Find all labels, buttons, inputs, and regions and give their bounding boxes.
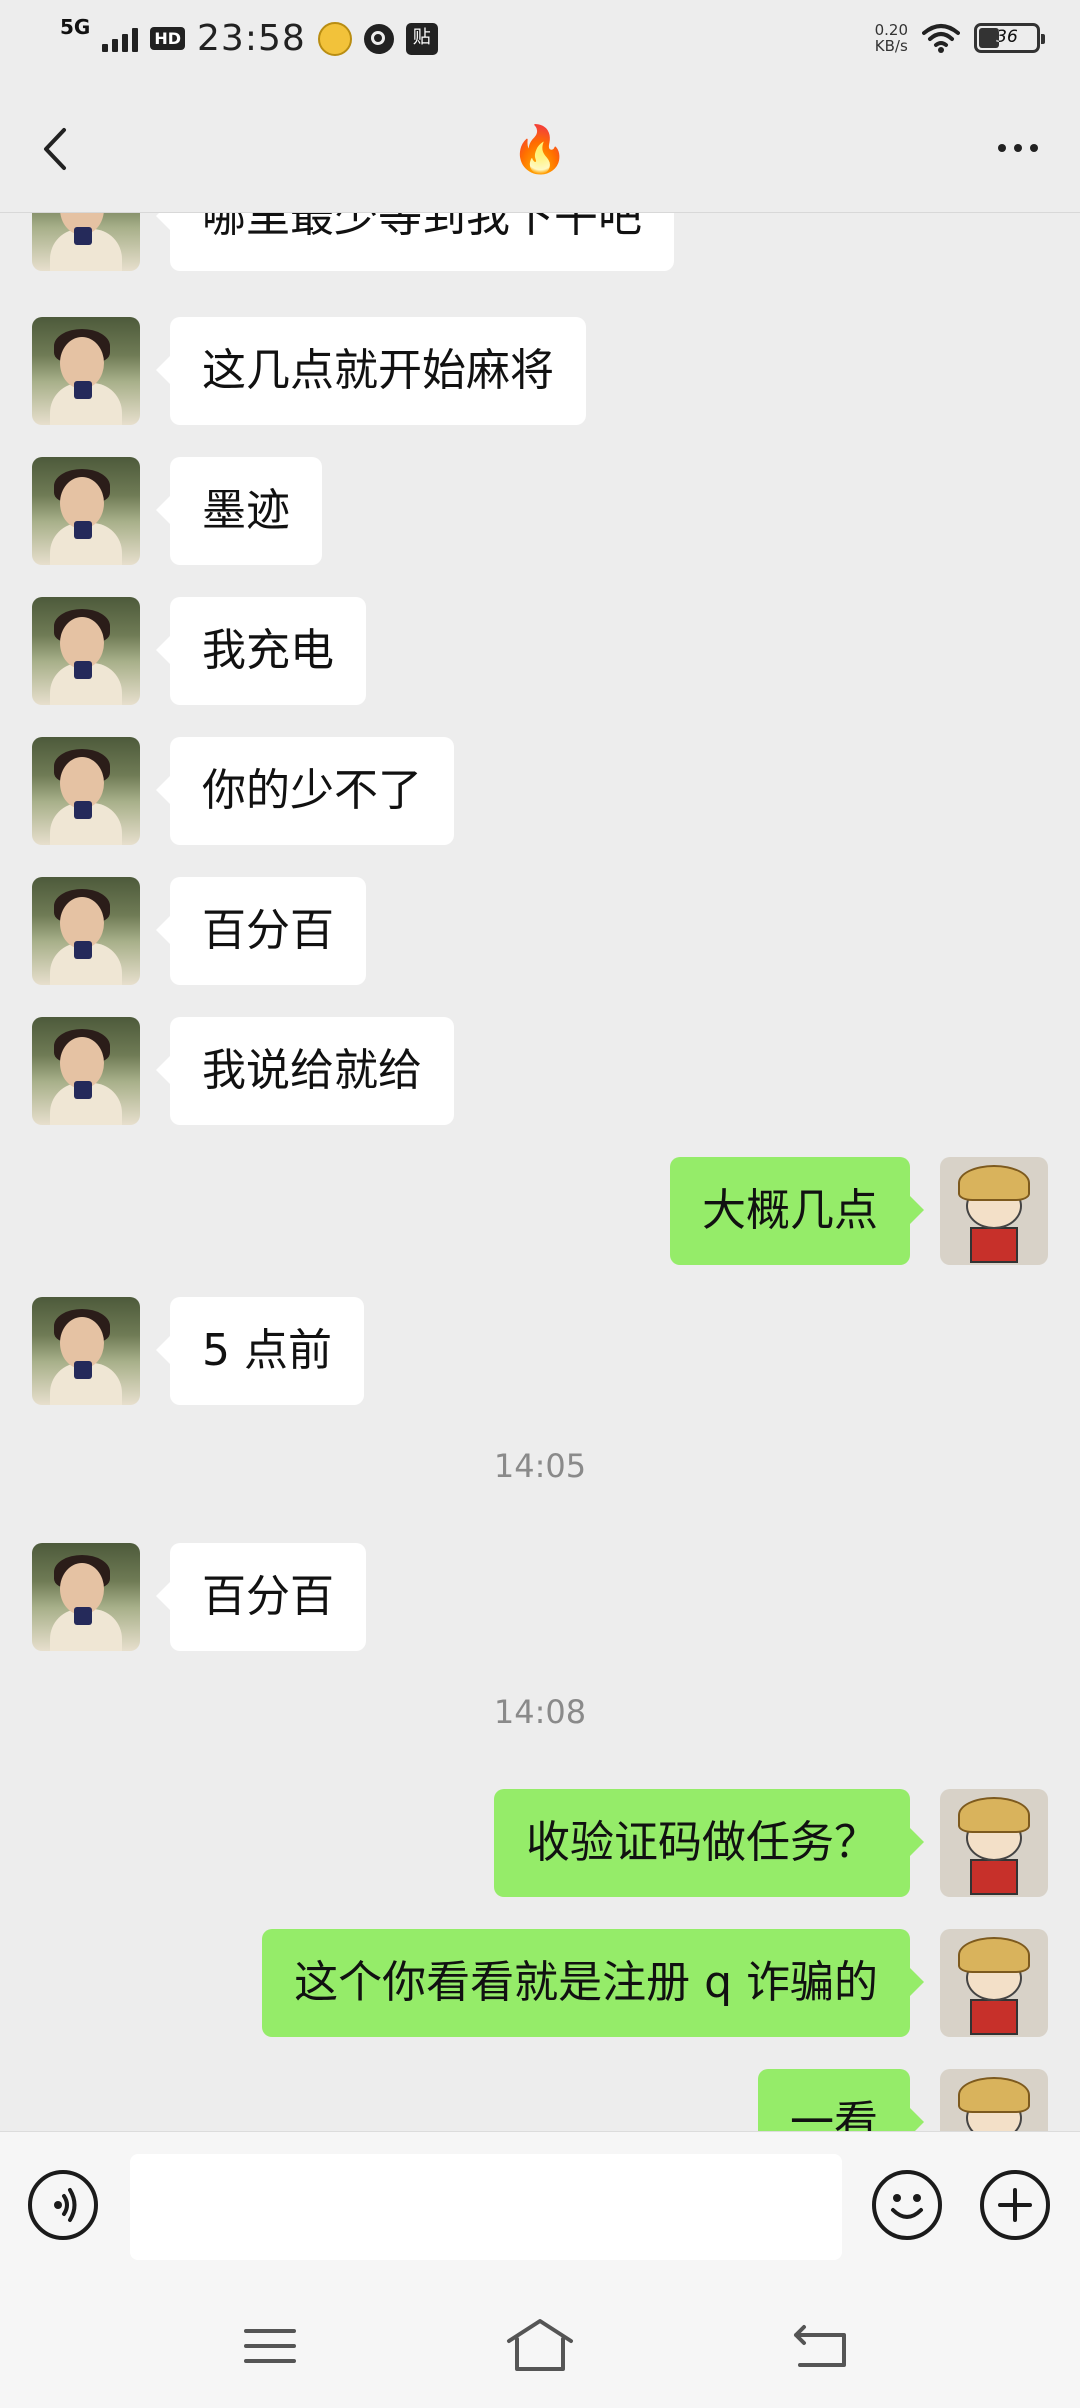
message-bubble[interactable]: 哪里最少等到我下午吧 <box>156 213 674 271</box>
tie-app-icon: 贴 <box>405 22 438 55</box>
chat-title: 🔥 <box>511 122 569 176</box>
incoming-message: 哪里最少等到我下午吧 <box>0 213 1080 271</box>
outgoing-message: 大概几点 <box>0 1157 1080 1265</box>
network-type: 5G <box>60 14 91 39</box>
plus-icon[interactable] <box>980 2170 1050 2240</box>
contact-avatar[interactable] <box>32 1543 140 1651</box>
message-bubble[interactable]: 百分百 <box>156 1543 366 1651</box>
battery-icon: 36 <box>974 23 1045 53</box>
back-arrow-icon[interactable] <box>790 2319 854 2371</box>
message-bubble[interactable]: 这个你看看就是注册 q 诈骗的 <box>262 1929 924 2037</box>
wifi-icon <box>922 24 960 53</box>
my-avatar[interactable] <box>940 1929 1048 2037</box>
incoming-message: 5 点前 <box>0 1297 1080 1405</box>
incoming-message: 你的少不了 <box>0 737 1080 845</box>
outgoing-message: 这个你看看就是注册 q 诈骗的 <box>0 1929 1080 2037</box>
my-avatar[interactable] <box>940 1157 1048 1265</box>
status-right: 0.20 KB/s 36 <box>875 22 1045 54</box>
contact-avatar[interactable] <box>32 1017 140 1125</box>
signal-icon <box>102 26 139 52</box>
message-bubble[interactable]: 大概几点 <box>670 1157 924 1265</box>
my-avatar[interactable] <box>940 2069 1048 2131</box>
incoming-message: 这几点就开始麻将 <box>0 317 1080 425</box>
message-bubble[interactable]: 百分百 <box>156 877 366 985</box>
incoming-message: 我说给就给 <box>0 1017 1080 1125</box>
status-left: 5G HD 23:58 贴 <box>60 14 438 59</box>
more-dots-icon[interactable] <box>988 128 1048 168</box>
outgoing-message: 收验证码做任务？ <box>0 1789 1080 1897</box>
message-bubble[interactable]: 我充电 <box>156 597 366 705</box>
hd-badge: HD <box>150 27 186 50</box>
status-time: 23:58 <box>197 18 306 59</box>
face-app-icon <box>317 21 352 56</box>
my-avatar[interactable] <box>940 1789 1048 1897</box>
q-app-icon <box>363 23 394 54</box>
net-speed: 0.20 KB/s <box>875 22 908 54</box>
incoming-message: 百分百 <box>0 877 1080 985</box>
contact-avatar[interactable] <box>32 1297 140 1405</box>
incoming-message: 我充电 <box>0 597 1080 705</box>
input-bar <box>0 2131 1080 2282</box>
message-bubble[interactable]: 5 点前 <box>156 1297 364 1405</box>
message-bubble[interactable]: 收验证码做任务？ <box>494 1789 924 1897</box>
battery-level: 36 <box>996 27 1018 47</box>
incoming-message: 百分百 <box>0 1543 1080 1651</box>
system-nav-bar <box>0 2281 1080 2408</box>
message-bubble[interactable]: 你的少不了 <box>156 737 454 845</box>
contact-avatar[interactable] <box>32 213 140 271</box>
status-bar: 5G HD 23:58 贴 0.20 KB/s 36 <box>0 0 1080 84</box>
voice-icon[interactable] <box>28 2170 98 2240</box>
net-speed-unit: KB/s <box>874 37 908 55</box>
contact-avatar[interactable] <box>32 317 140 425</box>
message-bubble[interactable]: 墨迹 <box>156 457 322 565</box>
message-timestamp: 14:08 <box>493 1693 587 1731</box>
message-bubble[interactable]: 这几点就开始麻将 <box>156 317 586 425</box>
home-icon[interactable] <box>505 2317 575 2373</box>
incoming-message: 墨迹 <box>0 457 1080 565</box>
smiley-icon[interactable] <box>872 2170 942 2240</box>
message-list[interactable]: 哪里最少等到我下午吧 这几点就开始麻将 墨迹 我充电 你的少不了 百分百 我说给就给 大概几点… <box>0 213 1080 2131</box>
net-speed-value: 0.20 <box>874 21 908 39</box>
menu-icon[interactable] <box>240 2321 300 2371</box>
contact-avatar[interactable] <box>32 737 140 845</box>
contact-avatar[interactable] <box>32 457 140 565</box>
message-bubble[interactable]: 我说给就给 <box>156 1017 454 1125</box>
message-input[interactable] <box>130 2154 842 2260</box>
message-timestamp: 14:05 <box>493 1447 587 1485</box>
message-bubble[interactable]: 一看 <box>758 2069 924 2131</box>
chat-header: 🔥 <box>0 84 1080 213</box>
contact-avatar[interactable] <box>32 877 140 985</box>
outgoing-message: 一看 <box>0 2069 1080 2131</box>
contact-avatar[interactable] <box>32 597 140 705</box>
